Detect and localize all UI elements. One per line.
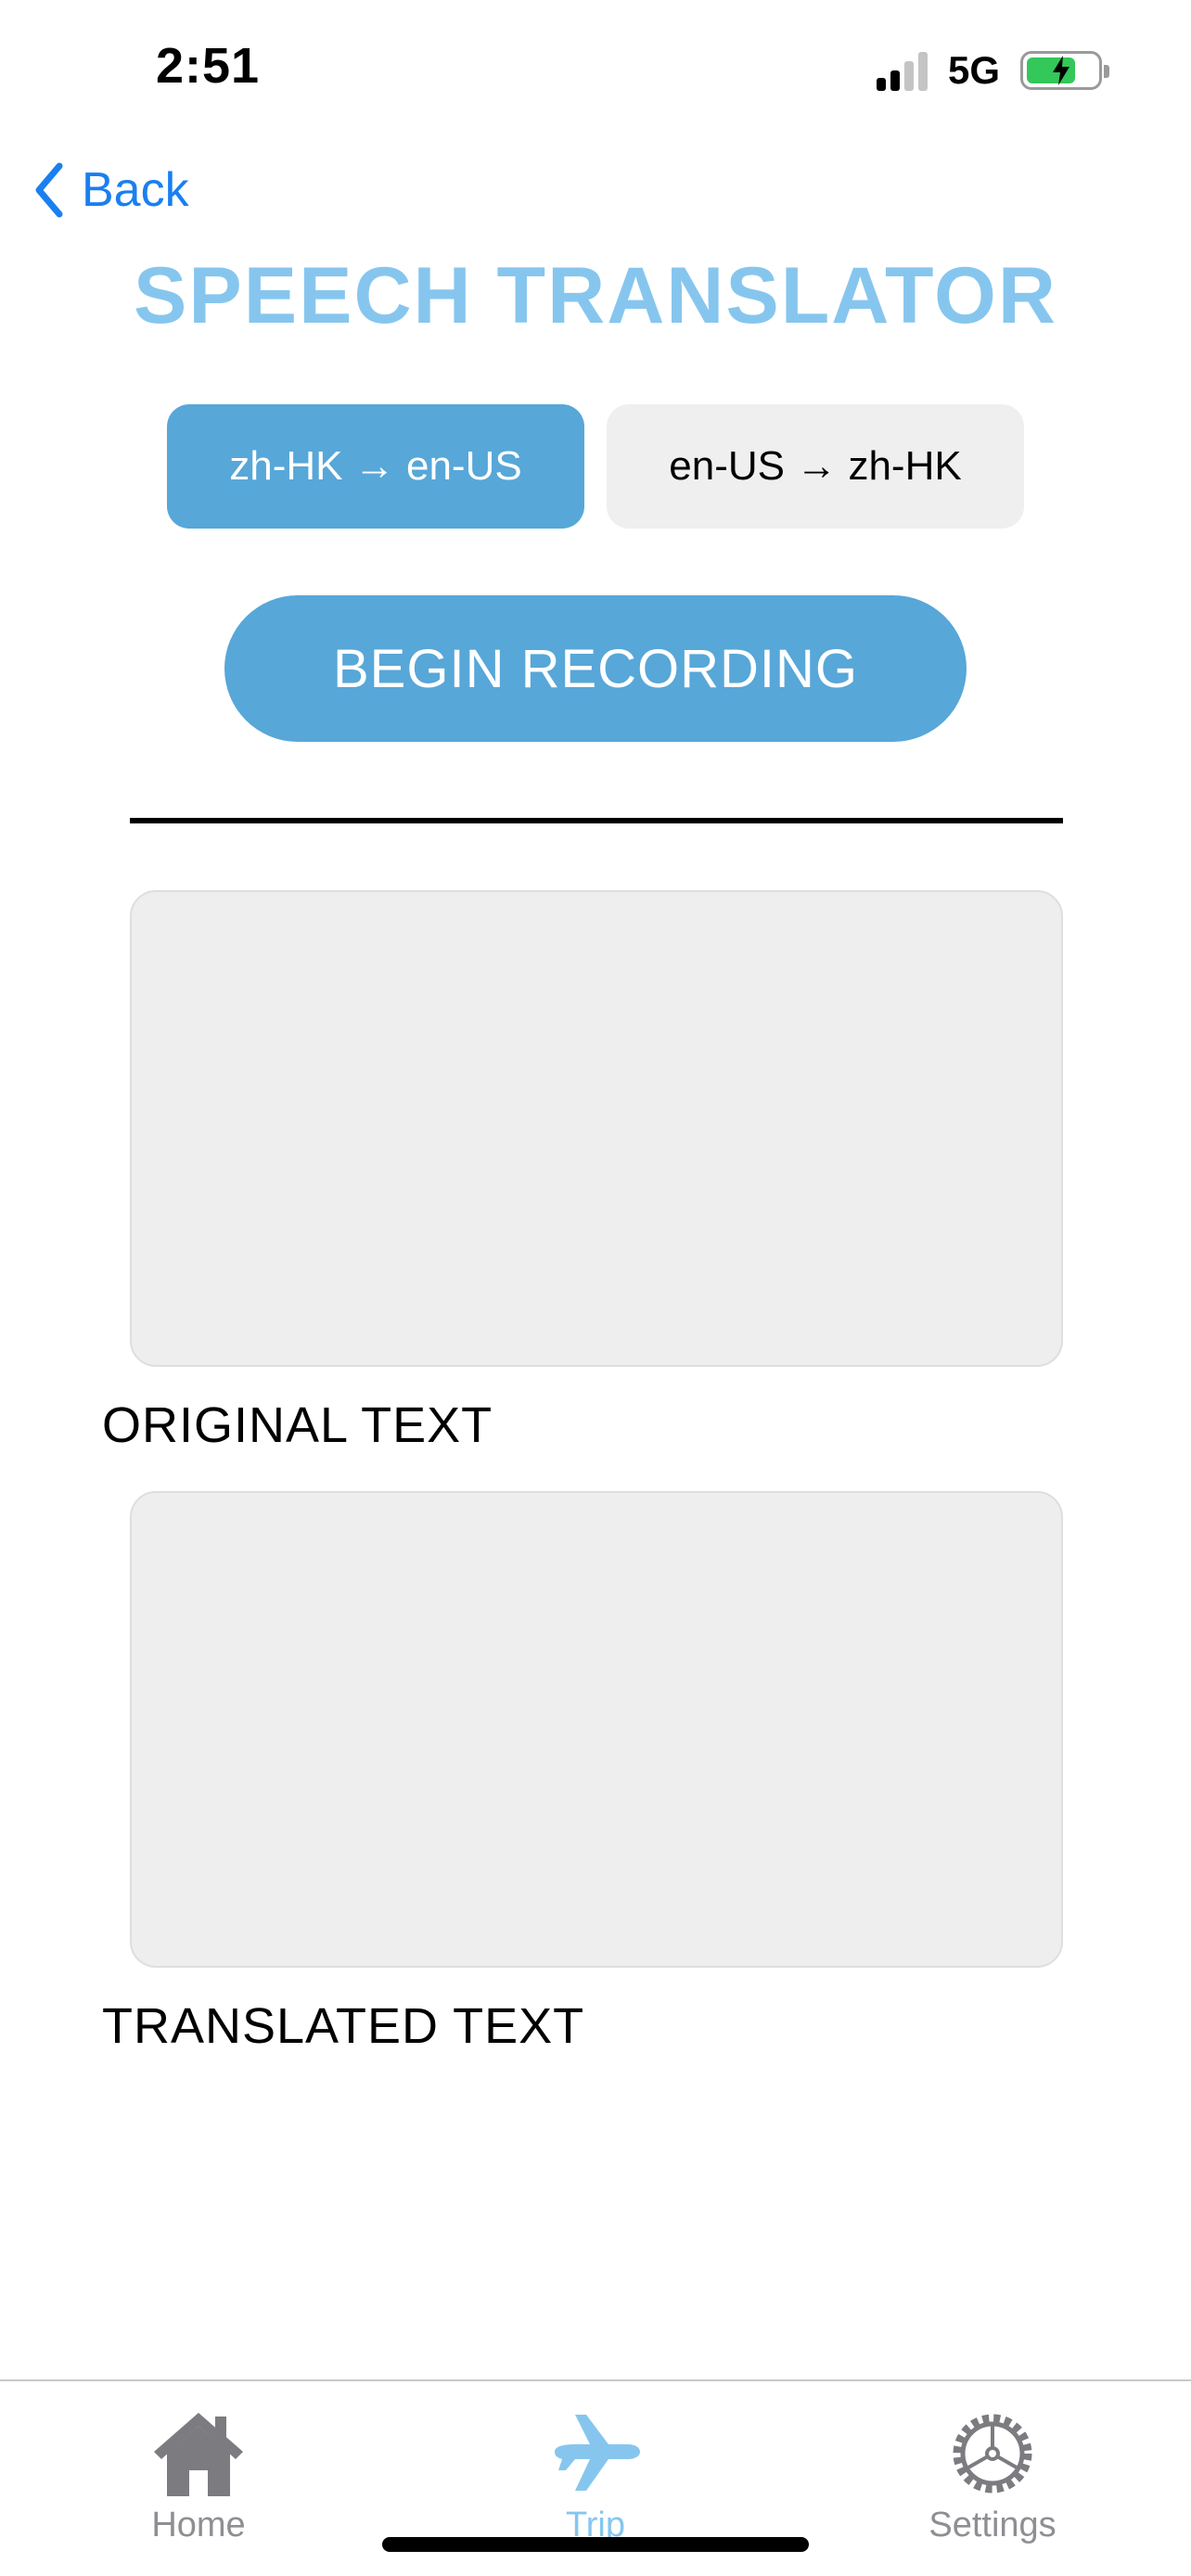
section-divider xyxy=(130,818,1063,823)
tab-settings[interactable]: Settings xyxy=(881,2409,1104,2545)
original-text-box[interactable] xyxy=(130,890,1063,1367)
gear-icon xyxy=(953,2414,1032,2493)
translated-text-label: TRANSLATED TEXT xyxy=(102,1998,585,2054)
translated-text-box[interactable] xyxy=(130,1491,1063,1968)
speech-translator-screen: 2:51 5G Back SPEECH TRANSLATOR zh-HK → e… xyxy=(0,0,1191,2576)
back-button[interactable]: Back xyxy=(33,158,189,223)
back-label: Back xyxy=(82,163,189,217)
lang-option-en-us-to-zh-hk[interactable]: en-US → zh-HK xyxy=(607,404,1024,529)
status-time: 2:51 xyxy=(156,38,261,94)
cellular-signal-icon xyxy=(876,50,928,91)
lang-option-zh-hk-to-en-us[interactable]: zh-HK → en-US xyxy=(167,404,584,529)
battery-icon xyxy=(1020,51,1109,90)
tab-settings-label: Settings xyxy=(928,2506,1057,2544)
original-text-label: ORIGINAL TEXT xyxy=(102,1397,493,1453)
chevron-left-icon xyxy=(35,162,63,218)
home-indicator xyxy=(382,2537,809,2552)
network-label: 5G xyxy=(947,48,1000,92)
tab-trip[interactable]: Trip xyxy=(484,2409,707,2545)
home-icon xyxy=(154,2413,243,2496)
page-title: SPEECH TRANSLATOR xyxy=(134,251,1057,340)
airplane-icon xyxy=(555,2415,640,2491)
charging-bolt-icon xyxy=(1023,54,1099,87)
begin-recording-button[interactable]: BEGIN RECORDING xyxy=(224,595,967,742)
status-indicators: 5G xyxy=(876,46,1109,95)
tab-home[interactable]: Home xyxy=(87,2409,310,2545)
tab-home-label: Home xyxy=(151,2506,246,2544)
